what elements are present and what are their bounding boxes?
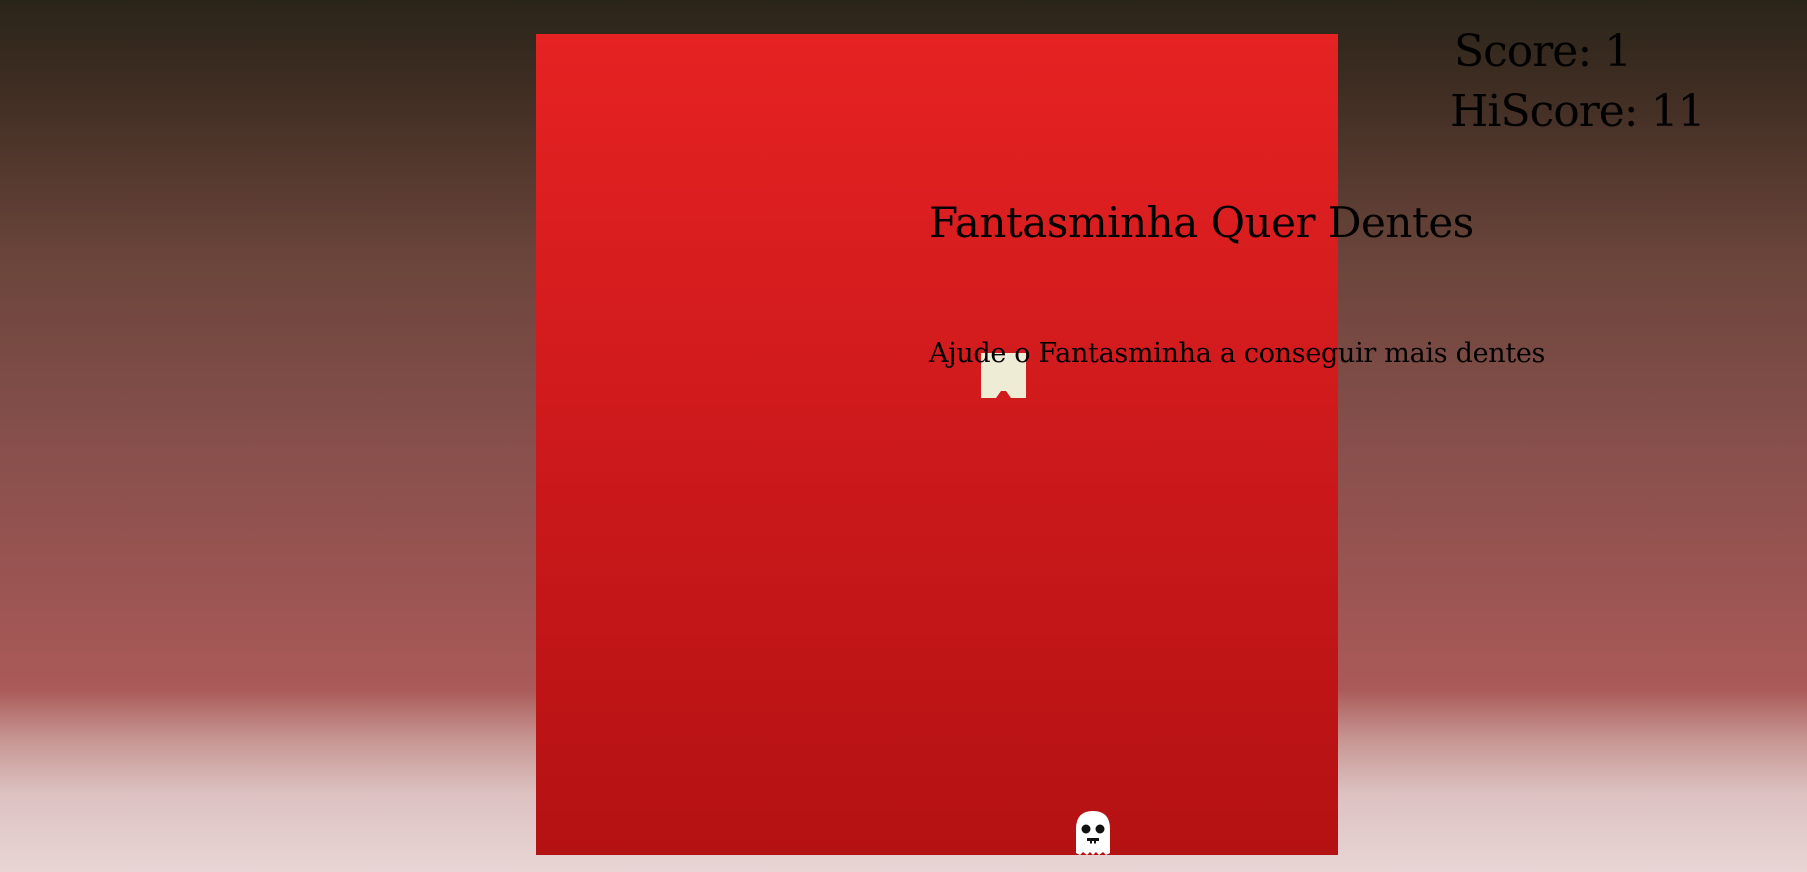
game-title: Fantasminha Quer Dentes xyxy=(929,198,1474,247)
score-label: Score: 1 xyxy=(1454,26,1632,77)
ghost-icon[interactable] xyxy=(1070,809,1116,855)
game-subtitle: Ajude o Fantasminha a conseguir mais den… xyxy=(929,338,1546,369)
hiscore-label: HiScore: 11 xyxy=(1450,86,1706,137)
game-board[interactable] xyxy=(536,34,1338,855)
